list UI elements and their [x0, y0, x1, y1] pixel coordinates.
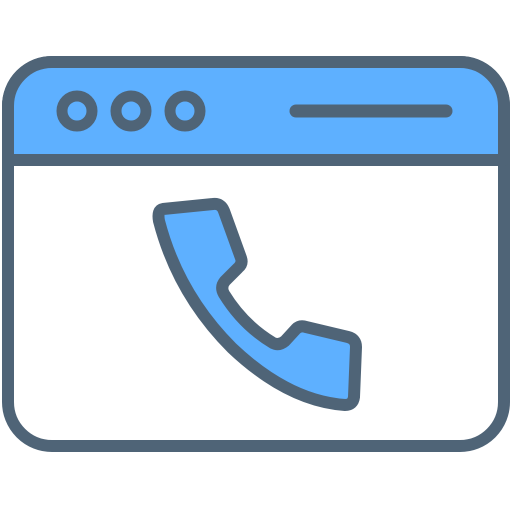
browser-phone-icon: [2, 56, 510, 452]
window-controls: [56, 90, 206, 132]
dot-icon: [56, 90, 98, 132]
browser-phone-illustration: [0, 0, 512, 512]
dot-icon: [164, 90, 206, 132]
dot-icon: [110, 90, 152, 132]
